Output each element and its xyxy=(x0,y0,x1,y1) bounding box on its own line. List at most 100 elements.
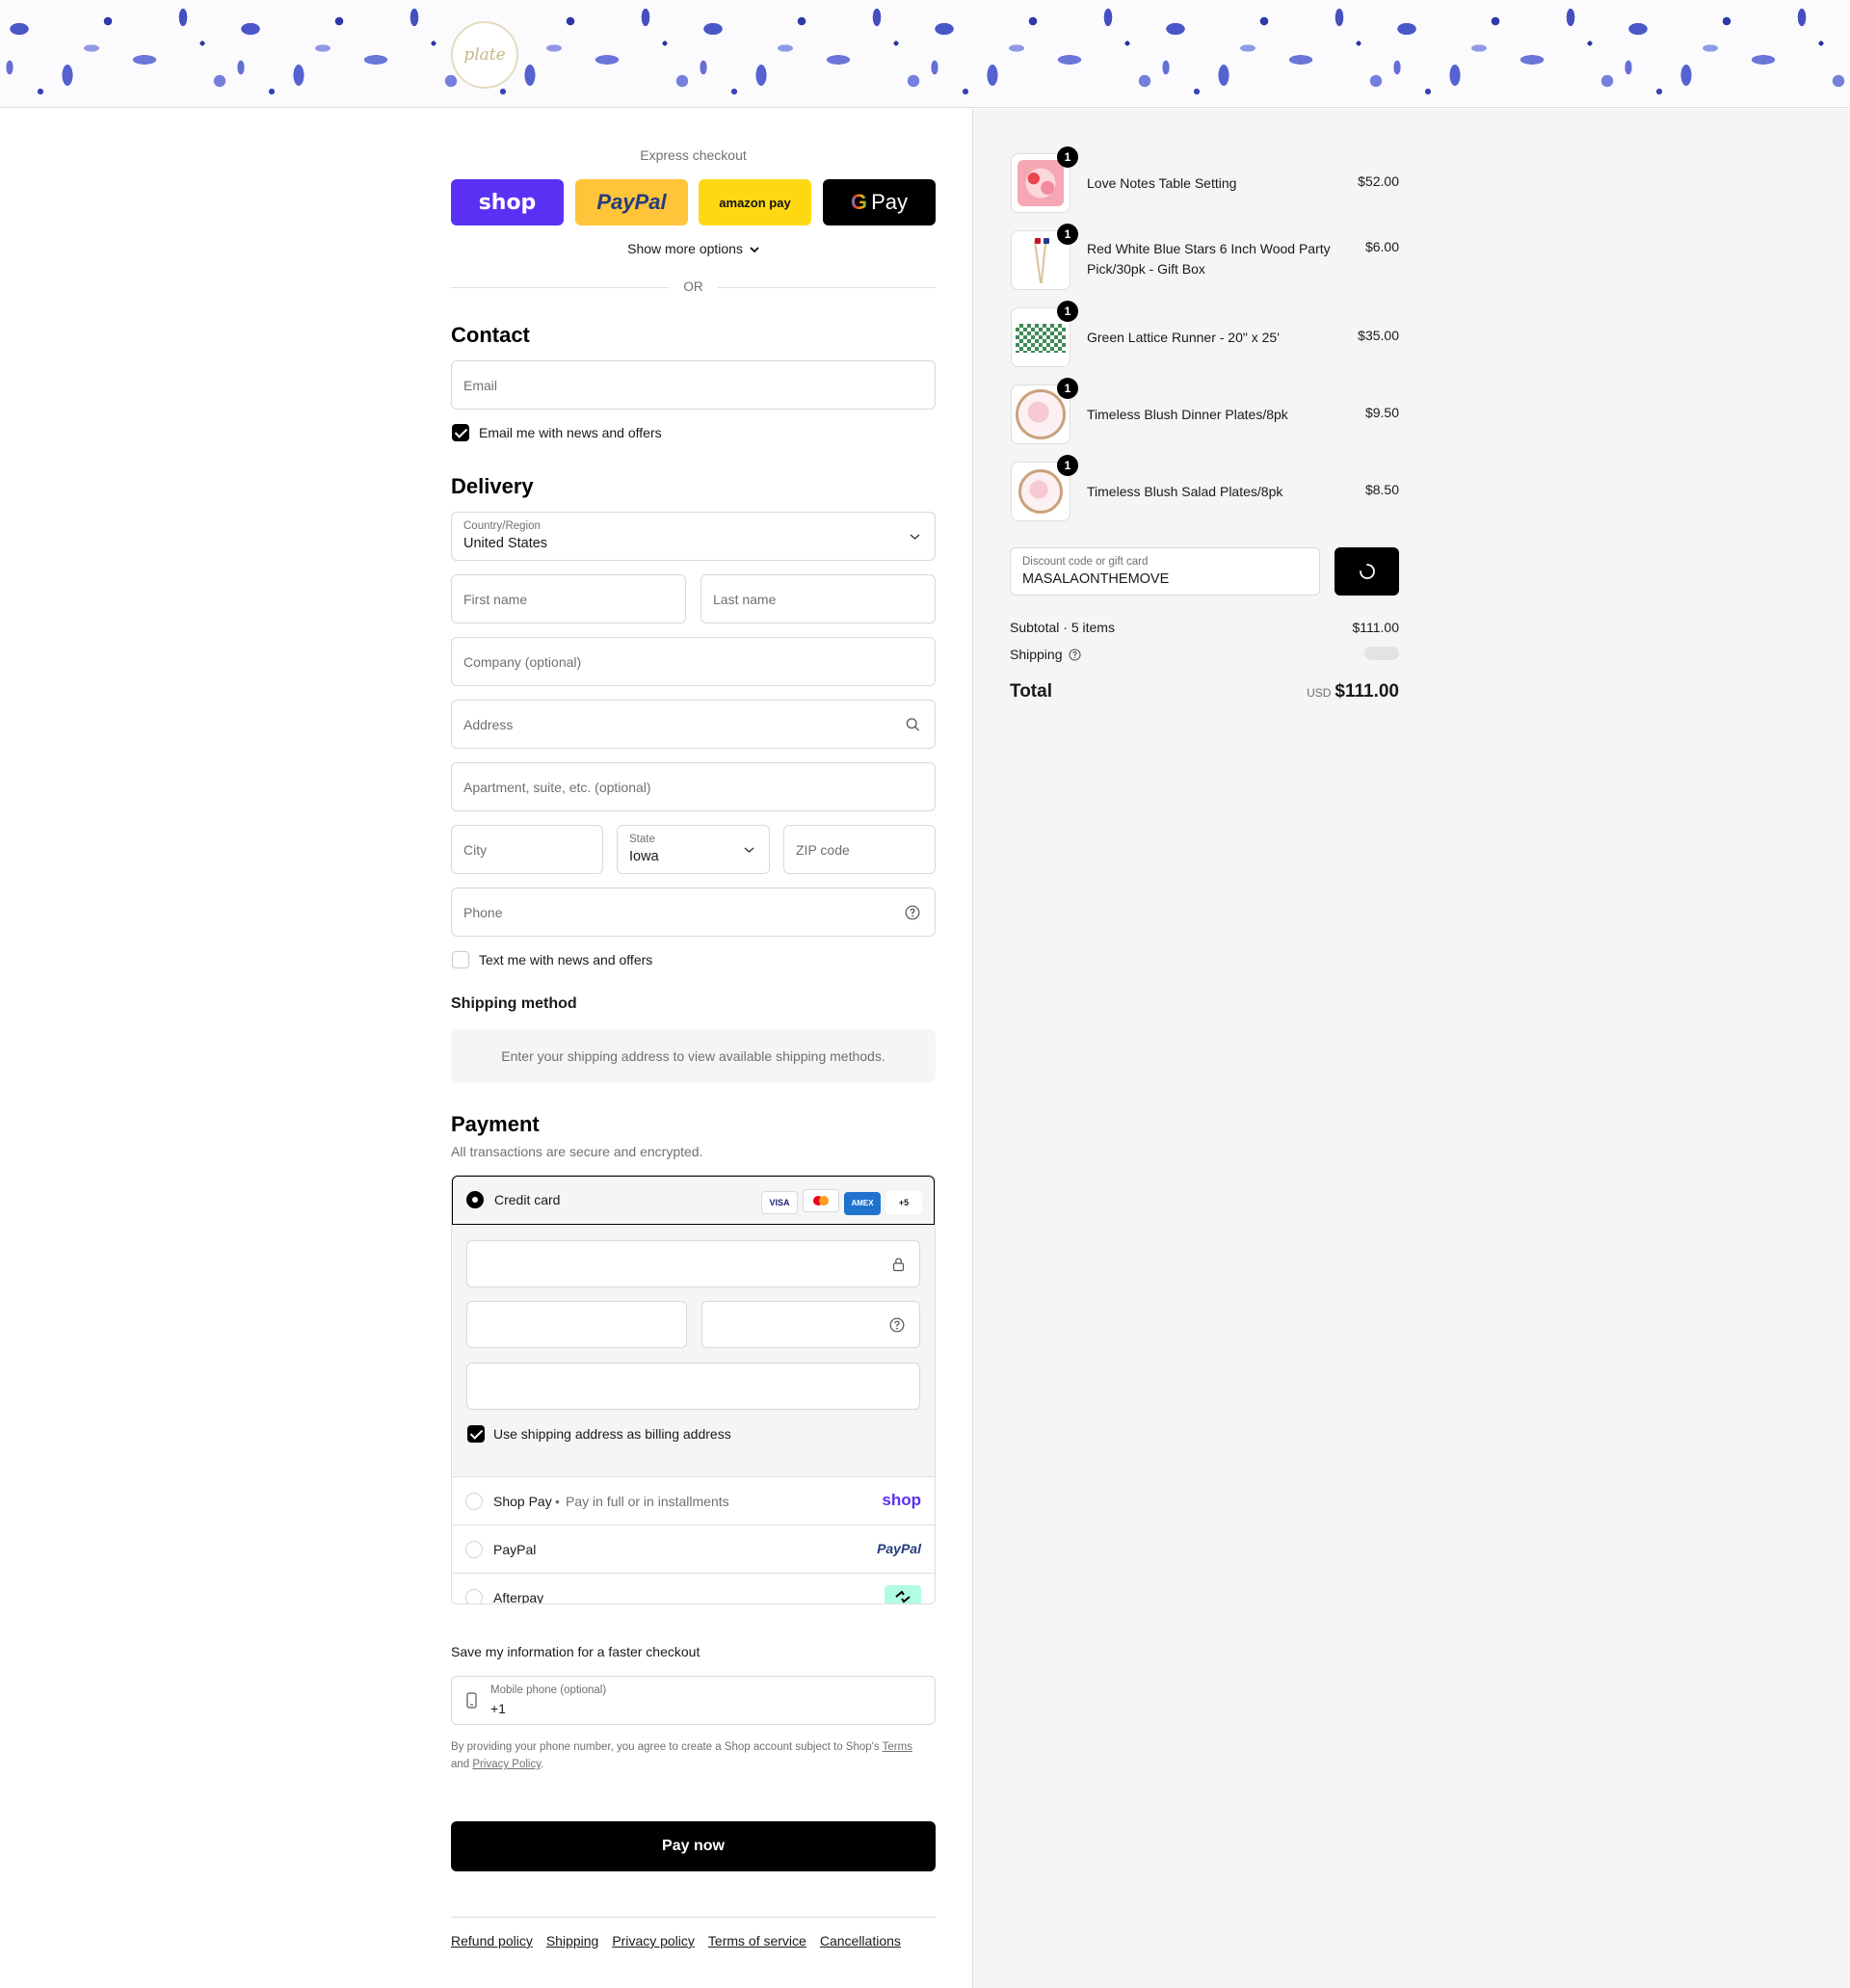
text-news-checkbox[interactable] xyxy=(452,951,469,968)
amex-icon: AMEX xyxy=(844,1192,881,1215)
store-logo[interactable]: plate xyxy=(451,21,518,89)
zip-field[interactable]: ZIP code xyxy=(783,825,936,874)
country-select[interactable]: Country/Region United States xyxy=(451,512,936,561)
refund-policy-link[interactable]: Refund policy xyxy=(451,1933,533,1948)
payment-methods: Credit card VISA AMEX +5 Use shipping addr… xyxy=(451,1175,936,1604)
chevron-down-icon xyxy=(750,247,759,253)
phone-field[interactable]: Phone xyxy=(451,888,936,937)
paypal-button[interactable]: PayPal xyxy=(575,179,688,225)
discount-code-field[interactable]: Discount code or gift card MASALAONTHEMO… xyxy=(1010,547,1320,596)
more-brands: +5 xyxy=(885,1191,922,1214)
apply-discount-button[interactable] xyxy=(1335,547,1399,596)
product-name: Timeless Blush Dinner Plates/8pk xyxy=(1087,407,1288,422)
billing-address-label: Use shipping address as billing address xyxy=(493,1426,731,1442)
quantity-badge: 1 xyxy=(1057,455,1078,476)
or-separator: OR xyxy=(683,279,703,294)
credit-card-option[interactable]: Credit card VISA AMEX +5 xyxy=(452,1176,935,1225)
terms-of-service-link[interactable]: Terms of service xyxy=(708,1933,806,1948)
shop-pay-radio[interactable] xyxy=(465,1493,483,1510)
credit-card-radio[interactable] xyxy=(466,1191,484,1208)
lock-icon xyxy=(892,1257,905,1271)
payment-heading: Payment xyxy=(451,1112,540,1136)
terms-link[interactable]: Terms xyxy=(883,1741,912,1753)
paypal-radio[interactable] xyxy=(465,1541,483,1558)
mobile-phone-icon xyxy=(466,1692,477,1709)
quantity-badge: 1 xyxy=(1057,378,1078,399)
expiry-field[interactable] xyxy=(466,1301,687,1348)
subtotal-value: $111.00 xyxy=(1352,620,1399,635)
amazon-pay-button[interactable]: amazon pay xyxy=(699,179,811,225)
help-icon[interactable] xyxy=(889,1317,905,1333)
currency-code: USD xyxy=(1307,686,1332,700)
privacy-policy-link[interactable]: Privacy Policy xyxy=(472,1759,541,1770)
state-select[interactable]: State Iowa xyxy=(617,825,770,874)
total-value: $111.00 xyxy=(1335,681,1399,702)
product-name: Green Lattice Runner - 20" x 25' xyxy=(1087,330,1280,345)
pay-now-button[interactable]: Pay now xyxy=(451,1821,936,1871)
quantity-badge: 1 xyxy=(1057,146,1078,168)
card-number-field[interactable] xyxy=(466,1240,920,1287)
delivery-heading: Delivery xyxy=(451,474,534,498)
email-news-checkbox[interactable] xyxy=(452,424,469,441)
product-name: Love Notes Table Setting xyxy=(1087,175,1237,191)
company-field[interactable]: Company (optional) xyxy=(451,637,936,686)
google-g-icon: G xyxy=(850,190,868,214)
last-name-field[interactable]: Last name xyxy=(700,574,936,623)
show-more-options[interactable]: Show more options xyxy=(451,241,936,256)
footer-links: Refund policy Shipping Privacy policy Terms… xyxy=(451,1933,914,1949)
divider xyxy=(451,287,669,288)
product-price: $52.00 xyxy=(1358,173,1399,189)
apartment-field[interactable]: Apartment, suite, etc. (optional) xyxy=(451,762,936,811)
privacy-policy-footer-link[interactable]: Privacy policy xyxy=(612,1933,695,1948)
divider xyxy=(718,287,936,288)
help-icon[interactable] xyxy=(1069,649,1081,661)
email-news-label: Email me with news and offers xyxy=(479,425,662,440)
mobile-phone-field[interactable]: Mobile phone (optional) +1 xyxy=(451,1676,936,1725)
shipping-label: Shipping xyxy=(1010,647,1081,662)
express-checkout-title: Express checkout xyxy=(640,147,747,163)
billing-address-checkbox[interactable] xyxy=(467,1425,485,1443)
shop-pay-logo: shop xyxy=(882,1491,921,1509)
card-form: Use shipping address as billing address xyxy=(452,1225,935,1476)
product-price: $6.00 xyxy=(1364,239,1399,254)
city-field[interactable]: City xyxy=(451,825,603,874)
card-brands: VISA AMEX +5 xyxy=(756,1189,922,1215)
total-value-group: USD $111.00 xyxy=(1307,681,1399,702)
shop-pay-button[interactable]: shop xyxy=(451,179,564,225)
chevron-down-icon xyxy=(744,846,754,853)
security-code-field[interactable] xyxy=(701,1301,920,1348)
afterpay-option[interactable]: Afterpay xyxy=(452,1573,935,1604)
quantity-badge: 1 xyxy=(1057,224,1078,245)
paypal-option[interactable]: PayPal PayPal xyxy=(452,1524,935,1573)
shipping-link[interactable]: Shipping xyxy=(546,1933,599,1948)
divider xyxy=(451,1917,936,1918)
search-icon xyxy=(906,717,919,730)
total-label: Total xyxy=(1010,681,1052,702)
first-name-field[interactable]: First name xyxy=(451,574,686,623)
shipping-method-heading: Shipping method xyxy=(451,995,577,1012)
save-info-title: Save my information for a faster checkou… xyxy=(451,1644,700,1659)
product-price: $9.50 xyxy=(1364,405,1399,420)
google-pay-button[interactable]: G Pay xyxy=(823,179,936,225)
payment-subtitle: All transactions are secure and encrypte… xyxy=(451,1144,703,1159)
address-field[interactable]: Address xyxy=(451,700,936,749)
save-disclaimer: By providing your phone number, you agre… xyxy=(451,1741,912,1770)
name-on-card-field[interactable] xyxy=(466,1363,920,1410)
product-price: $8.50 xyxy=(1364,482,1399,497)
cancellations-link[interactable]: Cancellations xyxy=(820,1933,901,1948)
loading-spinner-icon xyxy=(1359,564,1375,579)
visa-icon: VISA xyxy=(761,1191,798,1214)
product-name: Red White Blue Stars 6 Inch Wood Party P… xyxy=(1087,241,1331,277)
chevron-down-icon xyxy=(910,533,920,540)
paypal-logo: PayPal xyxy=(877,1541,921,1556)
afterpay-radio[interactable] xyxy=(465,1589,483,1604)
email-field[interactable]: Email xyxy=(451,360,936,410)
text-news-label: Text me with news and offers xyxy=(479,952,653,967)
quantity-badge: 1 xyxy=(1057,301,1078,322)
order-summary-panel xyxy=(972,109,1850,1988)
shop-pay-option[interactable]: Shop Pay • Pay in full or in installment… xyxy=(452,1476,935,1524)
shipping-loading-placeholder xyxy=(1364,647,1399,660)
contact-heading: Contact xyxy=(451,323,530,347)
afterpay-icon xyxy=(885,1585,921,1604)
help-icon[interactable] xyxy=(905,905,920,920)
